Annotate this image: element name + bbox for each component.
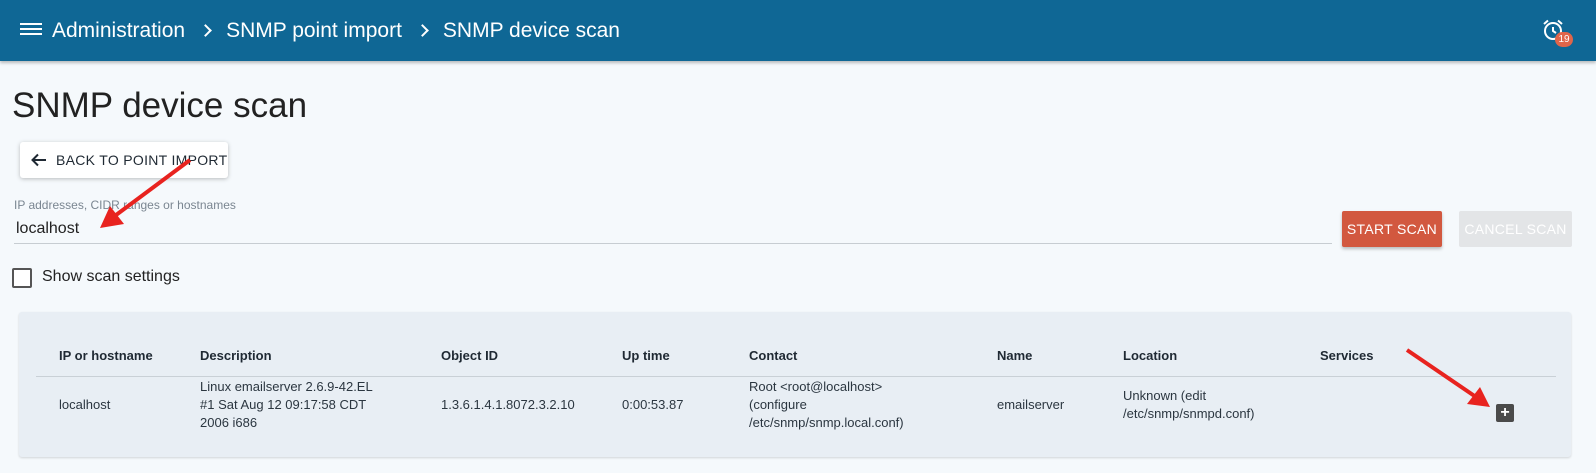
ip-input-label: IP addresses, CIDR ranges or hostnames	[14, 198, 236, 212]
ip-input[interactable]	[14, 214, 1332, 244]
back-button-label: BACK TO POINT IMPORT	[56, 152, 228, 168]
description-line: Linux emailserver 2.6.9-42.EL	[200, 379, 373, 394]
header-divider	[36, 376, 1556, 377]
add-service-button[interactable]: +	[1496, 404, 1514, 422]
breadcrumb: Administration SNMP point import SNMP de…	[52, 0, 620, 61]
breadcrumb-administration[interactable]: Administration	[52, 19, 185, 43]
cell-uptime: 0:00:53.87	[622, 397, 684, 412]
arrow-left-icon	[31, 153, 46, 167]
page-title: SNMP device scan	[12, 86, 308, 125]
cell-contact: Root <root@localhost> (configure /etc/sn…	[749, 378, 904, 432]
contact-line: /etc/snmp/snmp.local.conf)	[749, 415, 904, 430]
breadcrumb-snmp-device-scan: SNMP device scan	[442, 18, 620, 42]
top-app-bar: Administration SNMP point import SNMP de…	[0, 0, 1596, 61]
start-scan-button[interactable]: START SCAN	[1342, 211, 1442, 247]
chevron-right-icon	[199, 24, 212, 37]
alarm-clock-button[interactable]: 19	[1541, 18, 1573, 47]
description-line: #1 Sat Aug 12 09:17:58 CDT	[200, 397, 367, 412]
column-header-uptime[interactable]: Up time	[622, 347, 670, 365]
location-line: /etc/snmp/snmpd.conf)	[1123, 406, 1255, 421]
column-header-object-id[interactable]: Object ID	[441, 347, 498, 365]
menu-icon[interactable]	[20, 20, 42, 40]
cell-description: Linux emailserver 2.6.9-42.EL #1 Sat Aug…	[200, 378, 373, 432]
location-line: Unknown (edit	[1123, 388, 1207, 403]
cell-name: emailserver	[997, 397, 1065, 412]
description-line: 2006 i686	[200, 415, 258, 430]
back-to-point-import-button[interactable]: BACK TO POINT IMPORT	[20, 142, 228, 178]
show-scan-settings-checkbox[interactable]	[12, 268, 32, 288]
cell-ip: localhost	[59, 397, 111, 412]
cell-object-id: 1.3.6.1.4.1.8072.3.2.10	[441, 397, 575, 412]
chevron-right-icon	[416, 24, 429, 37]
column-header-description[interactable]: Description	[200, 347, 272, 365]
column-header-contact[interactable]: Contact	[749, 347, 797, 365]
cancel-scan-button[interactable]: CANCEL SCAN	[1459, 211, 1572, 247]
show-scan-settings-label[interactable]: Show scan settings	[42, 268, 180, 286]
column-header-name[interactable]: Name	[997, 347, 1032, 365]
alarm-count-badge: 19	[1555, 32, 1573, 47]
cell-location: Unknown (edit /etc/snmp/snmpd.conf)	[1123, 387, 1255, 423]
column-header-location[interactable]: Location	[1123, 347, 1177, 365]
contact-line: Root <root@localhost>	[749, 379, 883, 394]
column-header-services[interactable]: Services	[1320, 347, 1374, 365]
breadcrumb-snmp-point-import[interactable]: SNMP point import	[226, 19, 402, 43]
contact-line: (configure	[749, 397, 807, 412]
scan-results-table: IP or hostname Description Object ID Up …	[19, 312, 1571, 457]
column-header-ip[interactable]: IP or hostname	[59, 347, 153, 365]
